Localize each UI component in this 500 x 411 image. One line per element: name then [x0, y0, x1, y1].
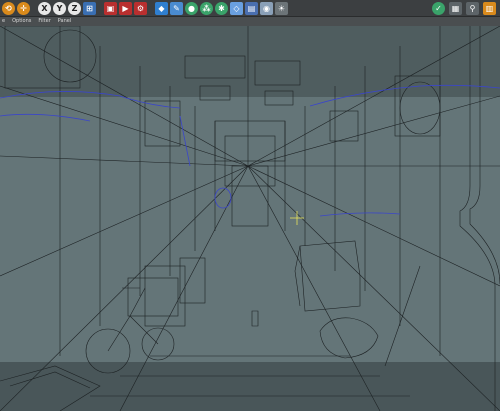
toolbar-separator — [98, 2, 102, 15]
light-icon[interactable]: ☀ — [275, 1, 288, 15]
render-settings-icon[interactable]: ⚙ — [134, 1, 147, 15]
snap-icon[interactable]: ✓ — [432, 2, 445, 15]
field-icon[interactable]: ◇ — [230, 1, 243, 15]
pin-icon[interactable]: ⚲ — [466, 2, 479, 15]
deformer-icon[interactable]: ✱ — [215, 1, 228, 15]
clone-icon[interactable]: ⁂ — [200, 1, 213, 15]
menu-item-panel[interactable]: Panel — [58, 17, 72, 26]
cinema4d-window: ⟲ ✛ X Y Z ⊞ ▣ ▶ ⚙ ◆ ✎ ● ⁂ ✱ ◇ ▤ ◉ ☀ ✓ ▦ … — [0, 0, 500, 411]
move-icon[interactable]: ✛ — [17, 1, 30, 15]
cube-icon[interactable]: ◆ — [155, 1, 168, 15]
main-toolbar: ⟲ ✛ X Y Z ⊞ ▣ ▶ ⚙ ◆ ✎ ● ⁂ ✱ ◇ ▤ ◉ ☀ ✓ ▦ … — [0, 0, 500, 17]
render-region-icon[interactable]: ▣ — [104, 1, 117, 15]
toolbar-separator — [32, 2, 36, 15]
coordinate-system-icon[interactable]: ⊞ — [83, 1, 96, 15]
workplane-icon[interactable]: ▦ — [449, 2, 462, 15]
wireframe-scene — [0, 26, 500, 411]
subdivision-icon[interactable]: ● — [185, 1, 198, 15]
menu-item-filter[interactable]: Filter — [38, 17, 50, 26]
viewport-menubar: e Options Filter Panel — [0, 17, 500, 26]
toolbar-right-group: ✓ ▦ ⚲ ▥ — [432, 2, 496, 15]
pen-icon[interactable]: ✎ — [170, 1, 183, 15]
axis-x-icon[interactable]: X — [38, 1, 51, 15]
menu-item-options[interactable]: Options — [12, 17, 31, 26]
menu-item-view[interactable]: e — [2, 17, 5, 26]
undo-icon[interactable]: ⟲ — [2, 1, 15, 15]
scene-icon[interactable]: ▤ — [245, 1, 258, 15]
toolbar-separator — [149, 2, 153, 15]
3d-viewport[interactable] — [0, 26, 500, 411]
camera-icon[interactable]: ◉ — [260, 1, 273, 15]
axis-z-icon[interactable]: Z — [68, 1, 81, 15]
axis-y-icon[interactable]: Y — [53, 1, 66, 15]
layout-icon[interactable]: ▥ — [483, 2, 496, 15]
render-view-icon[interactable]: ▶ — [119, 1, 132, 15]
